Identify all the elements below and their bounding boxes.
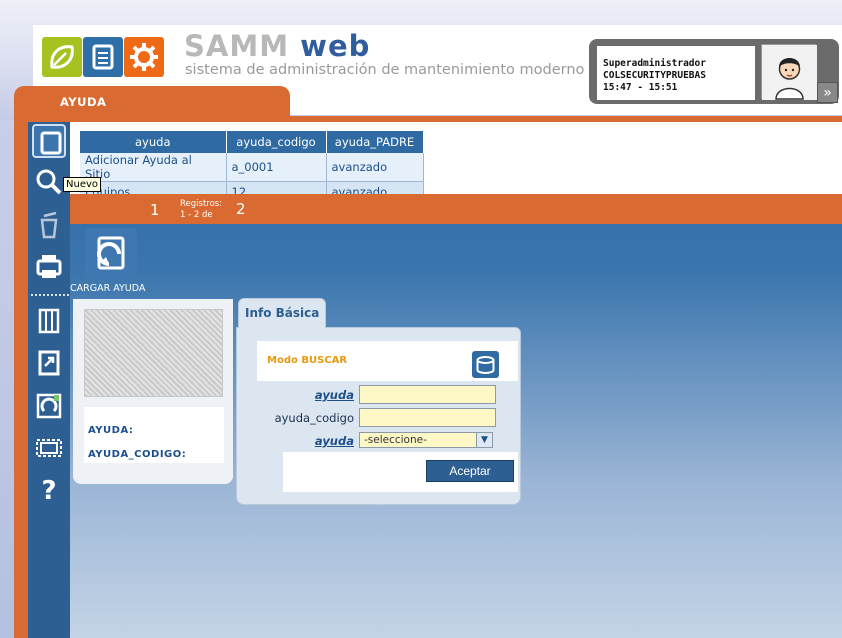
module-tab [14,86,290,118]
ayuda-padre-selected: -seleccione- [364,434,427,446]
search-button[interactable] [32,165,66,199]
user-avatar-icon [762,45,817,100]
table-header-row: ayuda ayuda_codigo ayuda_PADRE [80,131,424,153]
database-icon[interactable] [472,351,499,378]
help-button[interactable]: ? [32,474,66,508]
ayuda-field-label[interactable]: ayuda [254,388,354,402]
print-button[interactable] [32,250,66,284]
brand-tagline: sistema de administración de mantenimien… [185,62,585,78]
brand-title: SAMM web [184,29,370,63]
columns-icon [38,308,60,334]
load-help-label[interactable]: CARGAR AYUDA [70,283,145,294]
tooltip: Nuevo [63,177,102,192]
load-help-button[interactable] [85,228,137,280]
document-logo-icon [83,37,123,77]
column-header[interactable]: ayuda [80,131,227,153]
preview-label-ayuda: AYUDA: [88,425,134,436]
columns-button[interactable] [32,304,66,338]
printer-icon [36,255,62,278]
table-cell[interactable]: Adicionar Ayuda al Sitio [80,153,227,182]
results-table: ayuda ayuda_codigo ayuda_PADRE Adicionar… [80,131,424,203]
leaf-logo-icon [42,37,82,77]
export-icon [38,350,60,376]
search-icon [36,169,62,195]
user-company: COLSECURITYPRUEBAS [603,70,706,81]
column-header[interactable]: ayuda_PADRE [326,131,424,153]
preview-image [84,309,223,397]
frame-left [14,116,28,638]
user-info: Superadministrador COLSECURITYPRUEBAS 15… [597,46,755,100]
ayuda-codigo-input[interactable] [359,408,496,427]
chevron-down-icon[interactable]: ▼ [476,433,492,447]
tab-info-basica-label[interactable]: Info Básica [245,306,319,320]
table-row[interactable]: Adicionar Ayuda al Sitio a_0001 avanzado [80,153,424,182]
pager-total: 2 [236,200,246,218]
layout-button[interactable] [32,431,66,465]
gear-logo-icon [124,37,164,77]
new-record-button[interactable] [32,124,66,158]
expand-chevron-icon[interactable]: » [817,82,838,103]
session-time: 15:47 - 15:51 [603,82,678,93]
refresh-button[interactable] [32,389,66,423]
new-document-icon [40,131,62,155]
frame-icon [36,439,62,457]
column-header[interactable]: ayuda_codigo [226,131,327,153]
brand-web: web [300,29,371,63]
mode-label: Modo BUSCAR [267,355,348,366]
user-role: Superadministrador [603,58,706,69]
accept-button[interactable]: Aceptar [426,460,514,482]
table-cell[interactable]: avanzado [326,153,424,182]
delete-button[interactable] [32,208,66,242]
upload-document-icon [97,236,125,270]
pager-range-label: 1 - 2 de [180,210,213,220]
preview-label-codigo: AYUDA_CODIGO: [88,449,187,460]
pager-registros-label: Registros: [180,199,223,209]
pager-page-link[interactable]: 1 [150,201,160,219]
ayuda-padre-field-label[interactable]: ayuda [254,434,354,448]
avatar[interactable] [761,44,817,100]
left-toolbar [28,122,70,638]
module-title: AYUDA [60,95,107,109]
ayuda-codigo-field-label: ayuda_codigo [274,411,354,425]
export-button[interactable] [32,346,66,380]
trash-icon [40,211,58,239]
ayuda-input[interactable] [359,385,496,404]
table-cell[interactable]: a_0001 [226,153,327,182]
refresh-icon [36,393,62,419]
brand-samm: SAMM [184,29,290,63]
toolbar-separator [31,294,69,296]
ayuda-padre-select[interactable]: -seleccione- ▼ [359,432,493,448]
